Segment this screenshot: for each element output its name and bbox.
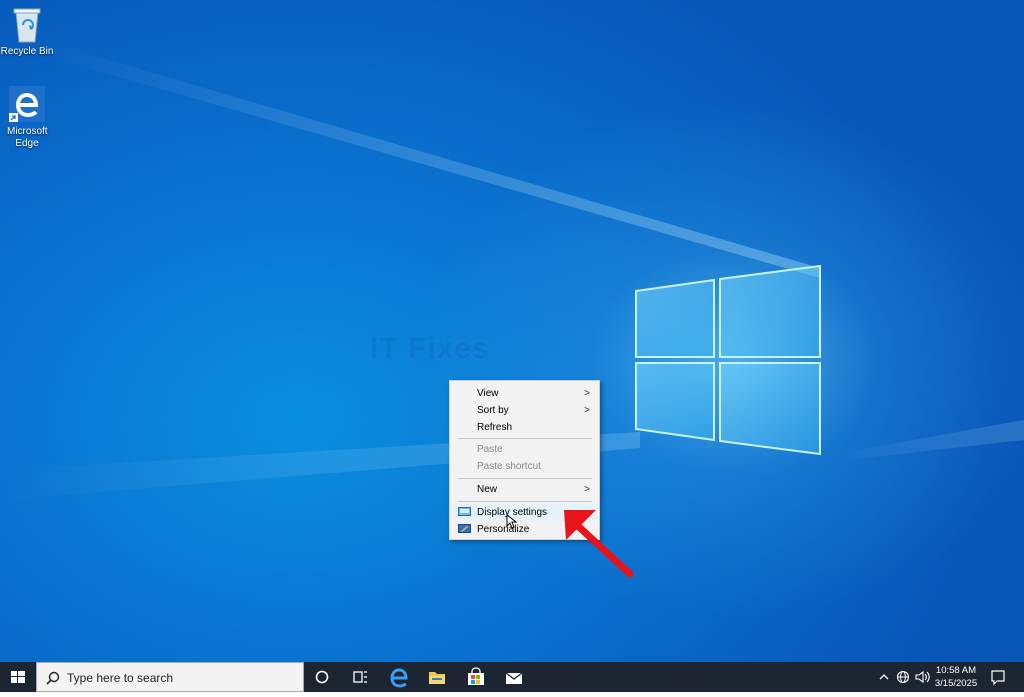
windows-logo-wallpaper (635, 265, 821, 456)
volume-button[interactable] (913, 662, 931, 692)
display-icon (458, 507, 471, 516)
task-view-icon (353, 671, 367, 683)
wallpaper-light-beams (0, 40, 1024, 500)
mouse-cursor (506, 514, 518, 529)
show-hidden-icons-button[interactable] (876, 662, 892, 692)
menu-item-paste-shortcut[interactable]: Paste shortcut (451, 458, 598, 475)
notification-icon (991, 670, 1005, 686)
menu-item-refresh[interactable]: Refresh (451, 419, 598, 436)
cortana-button[interactable] (303, 662, 341, 692)
taskbar-edge-button[interactable] (380, 662, 418, 692)
task-view-button[interactable] (341, 662, 379, 692)
speaker-icon (915, 670, 930, 684)
desktop-icon-label: Microsoft Edge (7, 126, 48, 149)
folder-icon (429, 672, 445, 684)
taskbar-file-explorer-button[interactable] (418, 662, 456, 692)
edge-icon (7, 86, 47, 124)
action-center-button[interactable] (986, 662, 1010, 692)
taskbar-search-box[interactable]: Type here to search (36, 662, 304, 692)
recycle-bin-icon (7, 6, 47, 44)
mail-icon (505, 672, 523, 684)
globe-network-icon (896, 670, 910, 684)
red-annotation-arrow (564, 510, 634, 578)
taskbar-clock[interactable]: 10:58 AM 3/15/2025 (932, 664, 980, 690)
menu-separator (458, 438, 592, 439)
menu-item-label: Paste (477, 444, 503, 455)
desktop-icon-microsoft-edge[interactable]: Microsoft Edge (0, 86, 59, 150)
search-icon (46, 671, 60, 685)
cortana-circle-icon (315, 670, 329, 684)
menu-item-paste[interactable]: Paste (451, 441, 598, 458)
menu-item-label: View (477, 388, 499, 399)
chevron-up-icon (879, 674, 889, 680)
clock-time: 10:58 AM (935, 665, 977, 676)
desktop[interactable]: IT Fixes Recycle Bin Microsoft Edge View… (0, 0, 1024, 662)
search-placeholder: Type here to search (67, 671, 174, 685)
store-bag-icon (468, 667, 484, 685)
clock-date: 3/15/2025 (934, 678, 978, 689)
menu-item-sort-by[interactable]: Sort by > (451, 402, 598, 419)
menu-item-new[interactable]: New > (451, 481, 598, 498)
watermark: IT Fixes (370, 332, 490, 365)
menu-item-label: Refresh (477, 422, 513, 433)
menu-item-label: Paste shortcut (477, 461, 541, 472)
taskbar-store-button[interactable] (457, 662, 495, 692)
chevron-right-icon: > (584, 484, 590, 495)
menu-item-view[interactable]: View > (451, 385, 598, 402)
chevron-right-icon: > (584, 388, 590, 399)
menu-item-label: Personalize (477, 524, 530, 535)
taskbar-mail-button[interactable] (495, 662, 533, 692)
menu-item-label: Sort by (477, 405, 509, 416)
edge-icon (390, 668, 408, 688)
desktop-icon-recycle-bin[interactable]: Recycle Bin (0, 6, 59, 58)
taskbar: Type here to search 10:58 AM 3/15/2025 (0, 662, 1024, 692)
chevron-right-icon: > (584, 405, 590, 416)
personalize-icon (458, 524, 471, 533)
windows-start-icon (11, 671, 25, 683)
desktop-icon-label: Recycle Bin (0, 46, 54, 57)
menu-item-label: New (477, 484, 498, 495)
start-button[interactable] (0, 662, 36, 692)
menu-separator (458, 478, 592, 479)
network-button[interactable] (894, 662, 912, 692)
